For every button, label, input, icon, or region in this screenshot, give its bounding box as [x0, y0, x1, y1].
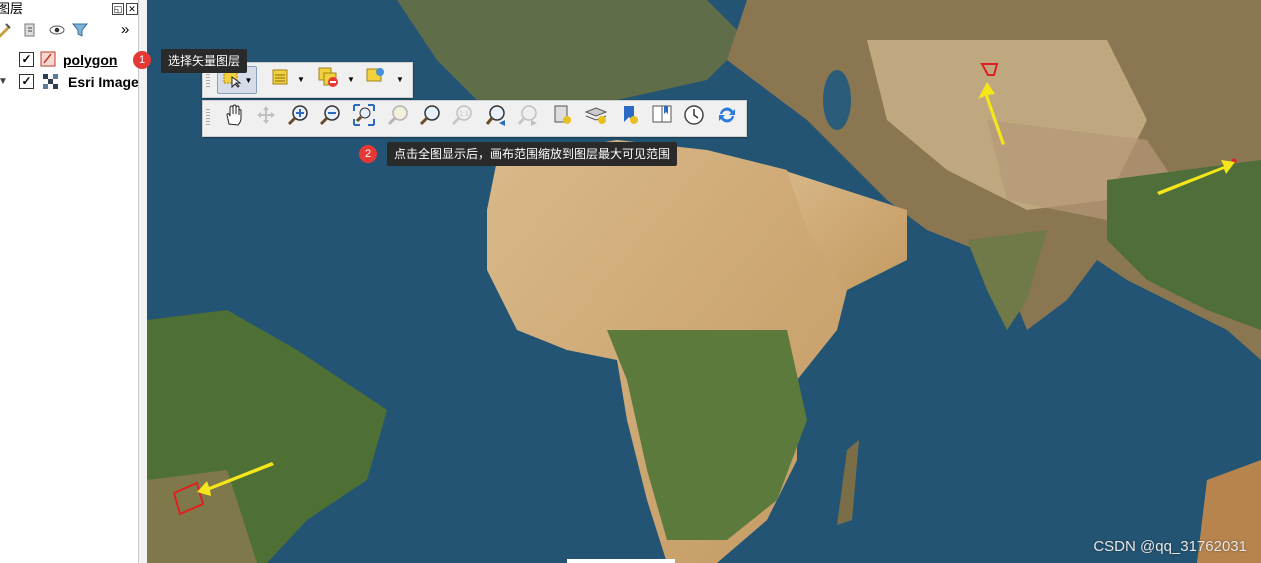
pan-to-selection-icon [255, 104, 277, 131]
layer-visibility-checkbox[interactable]: ✓ [19, 74, 34, 89]
refresh-button[interactable] [714, 104, 740, 130]
zoom-in-button[interactable] [285, 104, 311, 130]
style-manager-icon[interactable] [0, 22, 12, 43]
attribute-table-icon [270, 67, 290, 92]
annotation-tooltip-1: 选择矢量图层 [161, 49, 248, 73]
layer-visibility-checkbox[interactable]: ✓ [19, 52, 34, 67]
zoom-layer-icon [419, 104, 441, 131]
attribute-select-button[interactable] [267, 66, 293, 92]
toolbar-grip[interactable] [206, 71, 210, 87]
layer-row-polygon[interactable]: ✓ polygon [0, 50, 140, 70]
panel-title: 图层 [0, 1, 24, 16]
zoom-next-icon [517, 104, 539, 131]
new-bookmark-icon [551, 104, 573, 131]
pan-to-selection-button[interactable] [253, 104, 279, 130]
zoom-next-button[interactable] [515, 104, 541, 130]
deselect-icon [317, 66, 339, 93]
navigation-toolbar: 1:1 [202, 100, 747, 137]
panel-splitter[interactable] [138, 0, 147, 563]
dropdown-arrow-icon[interactable]: ▼ [396, 75, 404, 84]
zoom-native-button[interactable]: 1:1 [449, 104, 475, 130]
zoom-in-icon [287, 104, 309, 131]
layers-panel-toolbar: » [0, 22, 140, 42]
close-panel-button[interactable]: ✕ [126, 3, 138, 15]
raster-icon [43, 74, 59, 95]
watermark: CSDN @qq_31762031 [1093, 538, 1247, 555]
add-group-icon[interactable] [22, 22, 38, 43]
refresh-icon [716, 104, 738, 131]
show-bookmarks-icon [584, 104, 608, 131]
temporal-icon [683, 104, 705, 131]
select-by-location-button[interactable] [363, 66, 389, 92]
pan-button[interactable] [221, 103, 247, 131]
dropdown-arrow-icon[interactable]: ▼ [245, 76, 253, 85]
zoom-last-button[interactable] [483, 104, 509, 130]
zoom-selection-button[interactable] [385, 104, 411, 130]
zoom-selection-icon [387, 104, 409, 131]
svg-text:1:1: 1:1 [459, 111, 469, 118]
vector-polygon-icon [40, 51, 56, 72]
new-spatial-bookmark-icon [619, 104, 641, 131]
pan-icon [223, 103, 245, 131]
zoom-full-button[interactable] [351, 103, 377, 131]
zoom-out-icon [319, 104, 341, 131]
dropdown-arrow-icon[interactable]: ▼ [297, 75, 305, 84]
expand-arrow-icon[interactable]: ▼ [0, 72, 8, 92]
show-spatial-bookmarks-icon [651, 104, 673, 131]
new-bookmark-button[interactable] [549, 104, 575, 130]
layer-name: Esri Image [68, 74, 139, 90]
more-button[interactable]: » [121, 22, 129, 38]
annotation-tooltip-2: 点击全图显示后，画布范围缩放到图层最大可见范围 [387, 142, 678, 166]
select-by-location-icon [365, 66, 387, 93]
show-bookmarks-button[interactable] [583, 104, 609, 130]
show-spatial-bookmarks-button[interactable] [649, 104, 675, 130]
annotation-badge-1: 1 [133, 51, 151, 69]
layer-row-esri-image[interactable]: ▼ ✓ Esri Image [0, 72, 140, 92]
toolbar-grip[interactable] [206, 109, 210, 125]
float-panel-button[interactable]: ◱ [112, 3, 124, 15]
filter-icon[interactable] [71, 22, 89, 43]
zoom-last-icon [485, 104, 507, 131]
zoom-native-icon: 1:1 [451, 104, 473, 131]
zoom-out-button[interactable] [317, 104, 343, 130]
zoom-layer-button[interactable] [417, 104, 443, 130]
zoom-full-icon [353, 103, 375, 131]
panel-titlebar: 图层 ◱ ✕ [0, 0, 140, 18]
dropdown-arrow-icon[interactable]: ▼ [347, 75, 355, 84]
temporal-controller-button[interactable] [681, 104, 707, 130]
layers-panel: 图层 ◱ ✕ » ✓ polygon ▼ ✓ Esri Image [0, 0, 141, 563]
new-spatial-bookmark-button[interactable] [617, 104, 643, 130]
deselect-button[interactable] [315, 66, 341, 92]
filter-legend-eye-icon[interactable] [48, 22, 66, 43]
annotation-badge-2: 2 [359, 145, 377, 163]
layer-name: polygon [63, 52, 118, 68]
